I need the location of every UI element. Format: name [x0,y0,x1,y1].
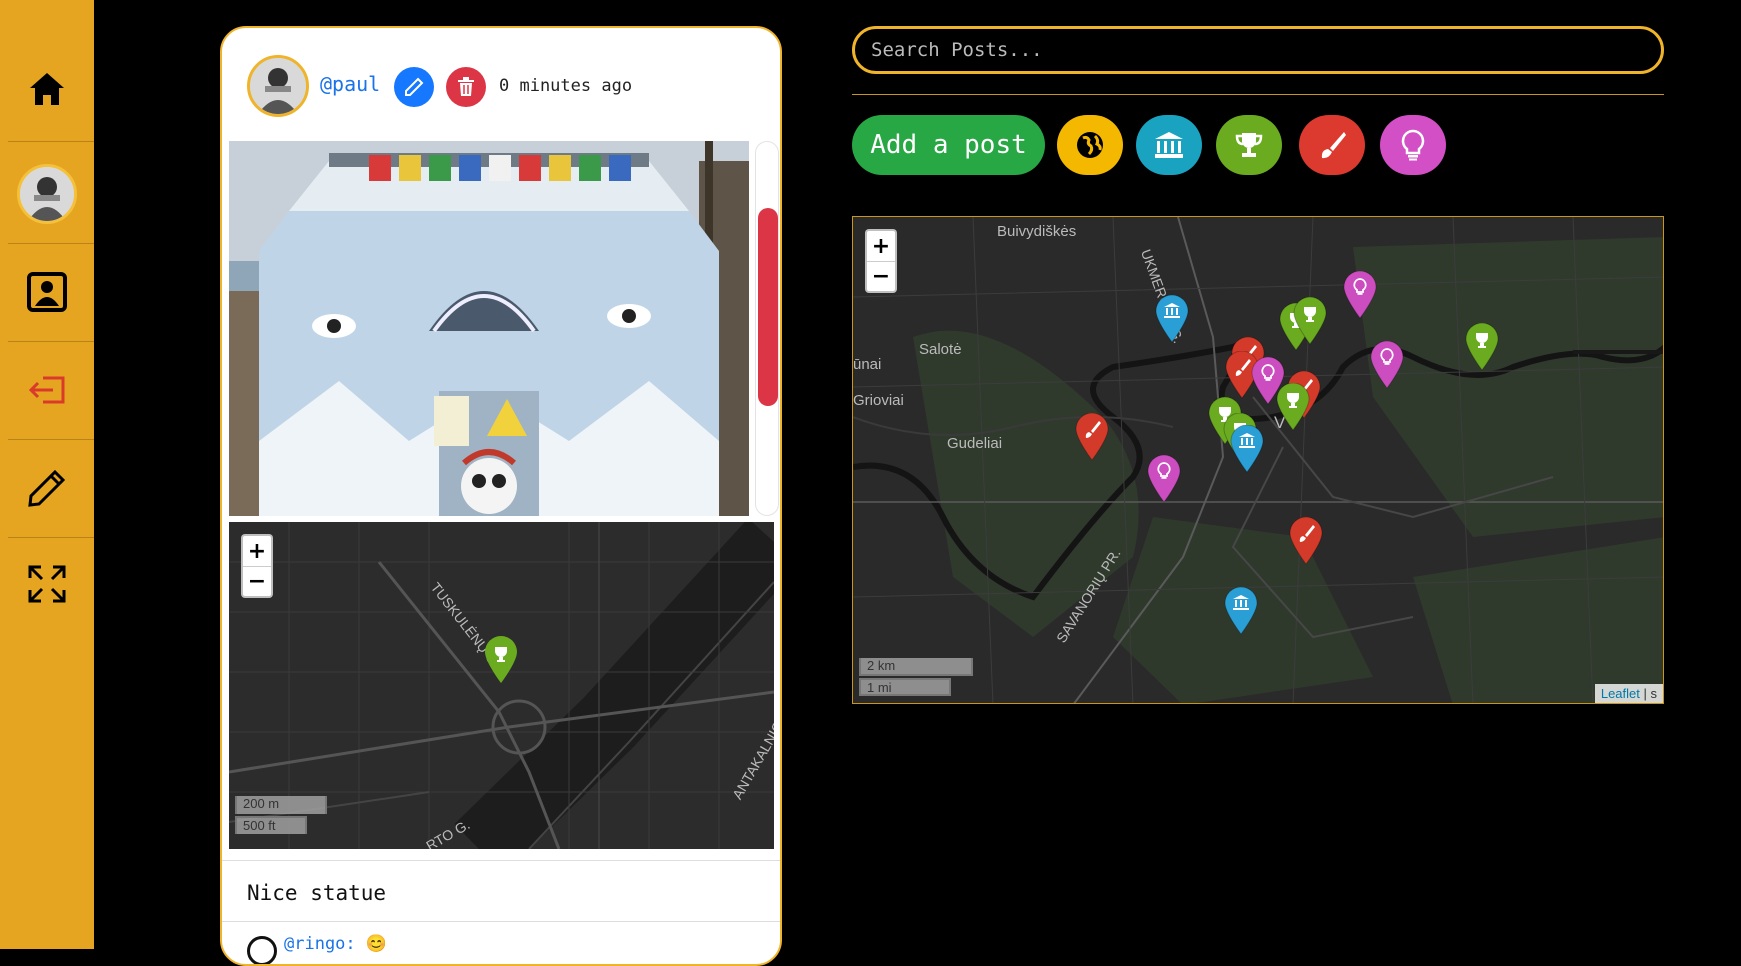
place-label: ūnai [853,356,882,373]
scrollbar-thumb[interactable] [758,208,778,406]
zoom-out-button[interactable]: − [867,261,895,291]
idea-marker[interactable] [1370,341,1404,389]
search-input[interactable] [852,26,1664,74]
edit-post-button[interactable] [394,67,434,107]
idea-category-button[interactable] [1380,115,1446,175]
trophy-marker[interactable] [1276,383,1310,431]
place-label: Grioviai [853,392,904,409]
sidebar-divider [8,141,94,142]
art-category-button[interactable] [1299,115,1365,175]
zoom-control: + − [865,229,897,293]
all-categories-button[interactable] [1057,115,1123,175]
add-post-button[interactable]: Add a post [852,115,1045,175]
attribution-rest: | s [1639,686,1658,701]
post-caption: Nice statue [222,860,780,922]
contact-icon [27,272,67,312]
trophy-marker[interactable] [484,636,518,684]
posts-map[interactable]: Buivydiškės Salotė ūnai Grioviai Gudelia… [852,216,1664,704]
museum-marker[interactable] [1230,425,1264,473]
map-attribution: Leaflet | s [1594,684,1663,703]
post-photo [229,141,749,516]
comment-avatar-icon [247,936,277,964]
post-card: @paul 0 minutes ago TUSKULĖNŲ G. ANTAKAL… [220,26,782,966]
place-label: Buivydiškės [997,223,1077,240]
photo-scrollbar[interactable] [755,141,779,516]
idea-marker[interactable] [1147,455,1181,503]
avatar [17,164,77,224]
scale-metric: 2 km [859,658,973,676]
comment-text[interactable]: @ringo: 😊 [284,934,387,954]
scale-imperial: 500 ft [235,816,307,834]
trophy-marker[interactable] [1293,297,1327,345]
place-label: Salotė [919,341,962,358]
fullscreen-button[interactable] [0,535,94,633]
scale-imperial: 1 mi [859,678,951,696]
avatar[interactable] [247,55,309,117]
zoom-control: + − [241,534,273,598]
caption-text: Nice statue [247,881,387,905]
logout-button[interactable] [0,341,94,439]
idea-marker[interactable] [1343,271,1377,319]
divider [852,94,1664,95]
pencil-icon [405,77,424,96]
art-marker[interactable] [1289,517,1323,565]
post-header: @paul 0 minutes ago [222,28,780,140]
home-icon [30,73,64,105]
trophy-category-button[interactable] [1216,115,1282,175]
lightbulb-icon [1401,129,1425,161]
place-label: Gudeliai [947,435,1003,452]
contacts-button[interactable] [0,243,94,341]
delete-post-button[interactable] [446,67,486,107]
home-button[interactable] [0,40,94,138]
pencil-icon [28,469,66,507]
leaflet-link[interactable]: Leaflet [1601,686,1640,701]
zoom-out-button[interactable]: − [243,566,271,596]
expand-icon [28,565,66,603]
museum-marker[interactable] [1155,295,1189,343]
new-post-button[interactable] [0,439,94,537]
paintbrush-icon [1321,132,1346,159]
post-username[interactable]: @paul [320,72,380,96]
trash-icon [458,77,474,96]
art-marker[interactable] [1075,413,1109,461]
zoom-in-button[interactable]: + [243,536,271,566]
museum-marker[interactable] [1224,587,1258,635]
scale-metric: 200 m [235,796,327,814]
sidebar [0,0,94,949]
logout-icon [28,376,65,404]
museum-category-button[interactable] [1136,115,1202,175]
zoom-in-button[interactable]: + [867,231,895,261]
profile-button[interactable] [0,145,94,243]
trophy-marker[interactable] [1465,323,1499,371]
post-location-map[interactable]: TUSKULĖNŲ G. ANTAKALNIO RTO G. + − 200 m… [229,522,774,849]
trophy-icon [1235,133,1263,157]
globe-icon [1077,132,1103,158]
post-timestamp: 0 minutes ago [499,76,633,96]
museum-icon [1155,132,1183,158]
